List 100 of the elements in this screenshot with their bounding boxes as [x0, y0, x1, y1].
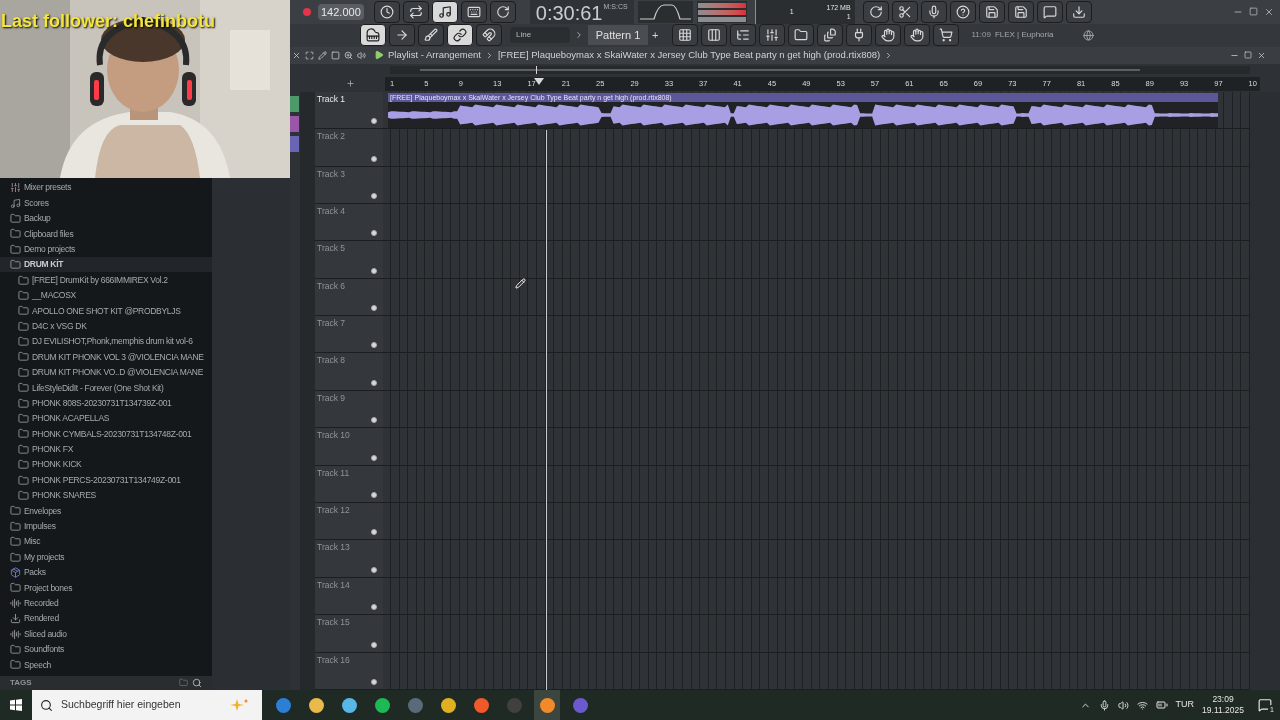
- taskbar-search-field[interactable]: Suchbegriff hier eingeben: [32, 690, 262, 720]
- automation-button[interactable]: [290, 115, 299, 132]
- battery-icon[interactable]: [1155, 699, 1168, 711]
- browser-item[interactable]: Misc: [0, 534, 212, 550]
- speaker-icon[interactable]: [357, 50, 366, 60]
- help-button[interactable]: [949, 1, 976, 23]
- play-icon[interactable]: [374, 50, 384, 61]
- maximize-icon[interactable]: [1244, 50, 1252, 59]
- speaker-icon[interactable]: [1117, 699, 1129, 711]
- browser-item[interactable]: Project bones: [0, 580, 212, 596]
- browser-item[interactable]: My projects: [0, 549, 212, 565]
- playlist-button[interactable]: [672, 24, 699, 47]
- browser-item[interactable]: PHONK CYMBALS-20230731T134748Z-001: [0, 426, 212, 442]
- browser-item[interactable]: Sliced audio: [0, 626, 212, 642]
- browser-item[interactable]: PHONK FX: [0, 441, 212, 458]
- news-text[interactable]: FLEX | Euphoria: [994, 29, 1054, 42]
- browser-item[interactable]: PHONK PERCS-20230731T134749Z-001: [0, 472, 212, 488]
- browser-item[interactable]: Packs: [0, 564, 212, 581]
- mixer-button[interactable]: [759, 24, 786, 47]
- track-header[interactable]: Track 7: [315, 316, 383, 353]
- taskbar-app-icon[interactable]: [534, 690, 560, 720]
- browser-item[interactable]: APOLLO ONE SHOT KIT @PRODBYLJS: [0, 303, 212, 319]
- track-header[interactable]: Track 2: [315, 129, 383, 166]
- globe-icon[interactable]: [1083, 29, 1095, 41]
- close-icon[interactable]: [1257, 50, 1266, 60]
- clock[interactable]: 23:09 19.11.2025: [1202, 694, 1244, 716]
- chat-button[interactable]: [1036, 1, 1063, 23]
- add-track-icon[interactable]: [346, 79, 355, 89]
- browser-item[interactable]: Backup: [0, 210, 212, 227]
- track-header[interactable]: Track 5: [315, 241, 383, 278]
- track-header[interactable]: Track 11: [315, 465, 383, 503]
- lamp-button[interactable]: [875, 24, 902, 47]
- browser-item[interactable]: PHONK KICK: [0, 457, 212, 473]
- save-new-button[interactable]: [1007, 1, 1034, 23]
- undo-button[interactable]: [862, 1, 889, 23]
- browser-item[interactable]: Recorded: [0, 595, 212, 611]
- browser-item[interactable]: [FREE] DrumKit by 666IMMIREX Vol.2: [0, 272, 212, 288]
- browser-item[interactable]: Rendered: [0, 610, 212, 627]
- audio-clip-button[interactable]: [290, 95, 299, 112]
- search-icon[interactable]: [192, 678, 202, 688]
- countdown-button[interactable]: [431, 1, 458, 23]
- track-header[interactable]: Track 1: [315, 91, 383, 129]
- save-button[interactable]: [978, 1, 1005, 23]
- link-button[interactable]: [447, 24, 473, 47]
- loop-record-button[interactable]: [489, 1, 516, 23]
- cart-button[interactable]: [933, 24, 960, 47]
- browser-item[interactable]: __MACOSX: [0, 287, 212, 304]
- track-header[interactable]: Track 6: [315, 278, 383, 316]
- browser-item[interactable]: Demo projects: [0, 241, 212, 257]
- arrows-icon[interactable]: [305, 50, 314, 60]
- browser-item[interactable]: PHONK ACAPELLAS: [0, 410, 212, 427]
- piano-button[interactable]: [360, 24, 386, 47]
- overview-scrollbar[interactable]: [390, 65, 1250, 74]
- zoom-icon[interactable]: [344, 50, 353, 60]
- track-header[interactable]: Track 12: [315, 503, 383, 540]
- search-input[interactable]: Suchbegriff hier eingeben: [61, 697, 221, 713]
- browser-item[interactable]: DRUM KİT: [0, 256, 212, 273]
- files-button[interactable]: [817, 24, 844, 47]
- browser-item[interactable]: Speech: [0, 657, 212, 673]
- browser-item[interactable]: PHONK SNARES: [0, 487, 212, 504]
- browser-item[interactable]: DJ EVILISHOT,Phonk,memphis drum kit vol-6: [0, 333, 212, 350]
- track-header[interactable]: Track 14: [315, 577, 383, 615]
- chevron-right-icon[interactable]: [574, 30, 584, 41]
- hand-button[interactable]: [904, 24, 931, 47]
- track-header[interactable]: Track 10: [315, 428, 383, 465]
- step-edit-button[interactable]: [460, 1, 487, 23]
- browser-item[interactable]: LifeStyleDidIt - Forever (One Shot Kit): [0, 380, 212, 396]
- mic-icon[interactable]: [1098, 699, 1110, 711]
- browser-item[interactable]: Clipboard files: [0, 226, 212, 242]
- browser-item[interactable]: Scores: [0, 195, 212, 211]
- wait-button[interactable]: [402, 1, 429, 23]
- snap-dropdown[interactable]: Line: [510, 27, 570, 44]
- track-header[interactable]: Track 8: [315, 353, 383, 390]
- track-header[interactable]: Track 15: [315, 615, 383, 652]
- metronome-button[interactable]: [373, 1, 400, 23]
- browser-item[interactable]: PHONK 808S-20230731T134739Z-001: [0, 395, 212, 411]
- close-icon[interactable]: [1264, 7, 1274, 17]
- browser-item[interactable]: DRUM KIT PHONK VOL 3 @VIOLENCIA MANE: [0, 349, 212, 365]
- pattern-clip-button[interactable]: [290, 135, 299, 152]
- browser-item[interactable]: Mixer presets: [0, 180, 212, 196]
- cut-button[interactable]: [891, 1, 918, 23]
- export-button[interactable]: [1065, 1, 1092, 23]
- browser-button[interactable]: [788, 24, 815, 47]
- step-sequencer-button[interactable]: [701, 24, 728, 47]
- language-indicator[interactable]: TUR: [1175, 698, 1195, 712]
- pattern-selector[interactable]: Pattern 1: [588, 25, 648, 46]
- plugin-button[interactable]: [846, 24, 873, 47]
- track-header[interactable]: Track 3: [315, 166, 383, 203]
- browser-item[interactable]: DRUM KIT PHONK VO..D @VIOLENCIA MANE: [0, 364, 212, 381]
- close-icon[interactable]: [292, 50, 301, 60]
- arrow-button[interactable]: [389, 24, 415, 47]
- browser-item[interactable]: Envelopes: [0, 503, 212, 519]
- browser-item[interactable]: Soundfonts: [0, 641, 212, 658]
- tempo-display[interactable]: 142.000: [318, 3, 364, 21]
- wifi-icon[interactable]: [1136, 699, 1148, 711]
- pencil-icon[interactable]: [318, 50, 327, 60]
- maximize-icon[interactable]: [1249, 7, 1258, 16]
- track-header[interactable]: Track 16: [315, 652, 383, 689]
- magnet-button[interactable]: [476, 24, 502, 47]
- playhead-marker-icon[interactable]: [534, 77, 544, 85]
